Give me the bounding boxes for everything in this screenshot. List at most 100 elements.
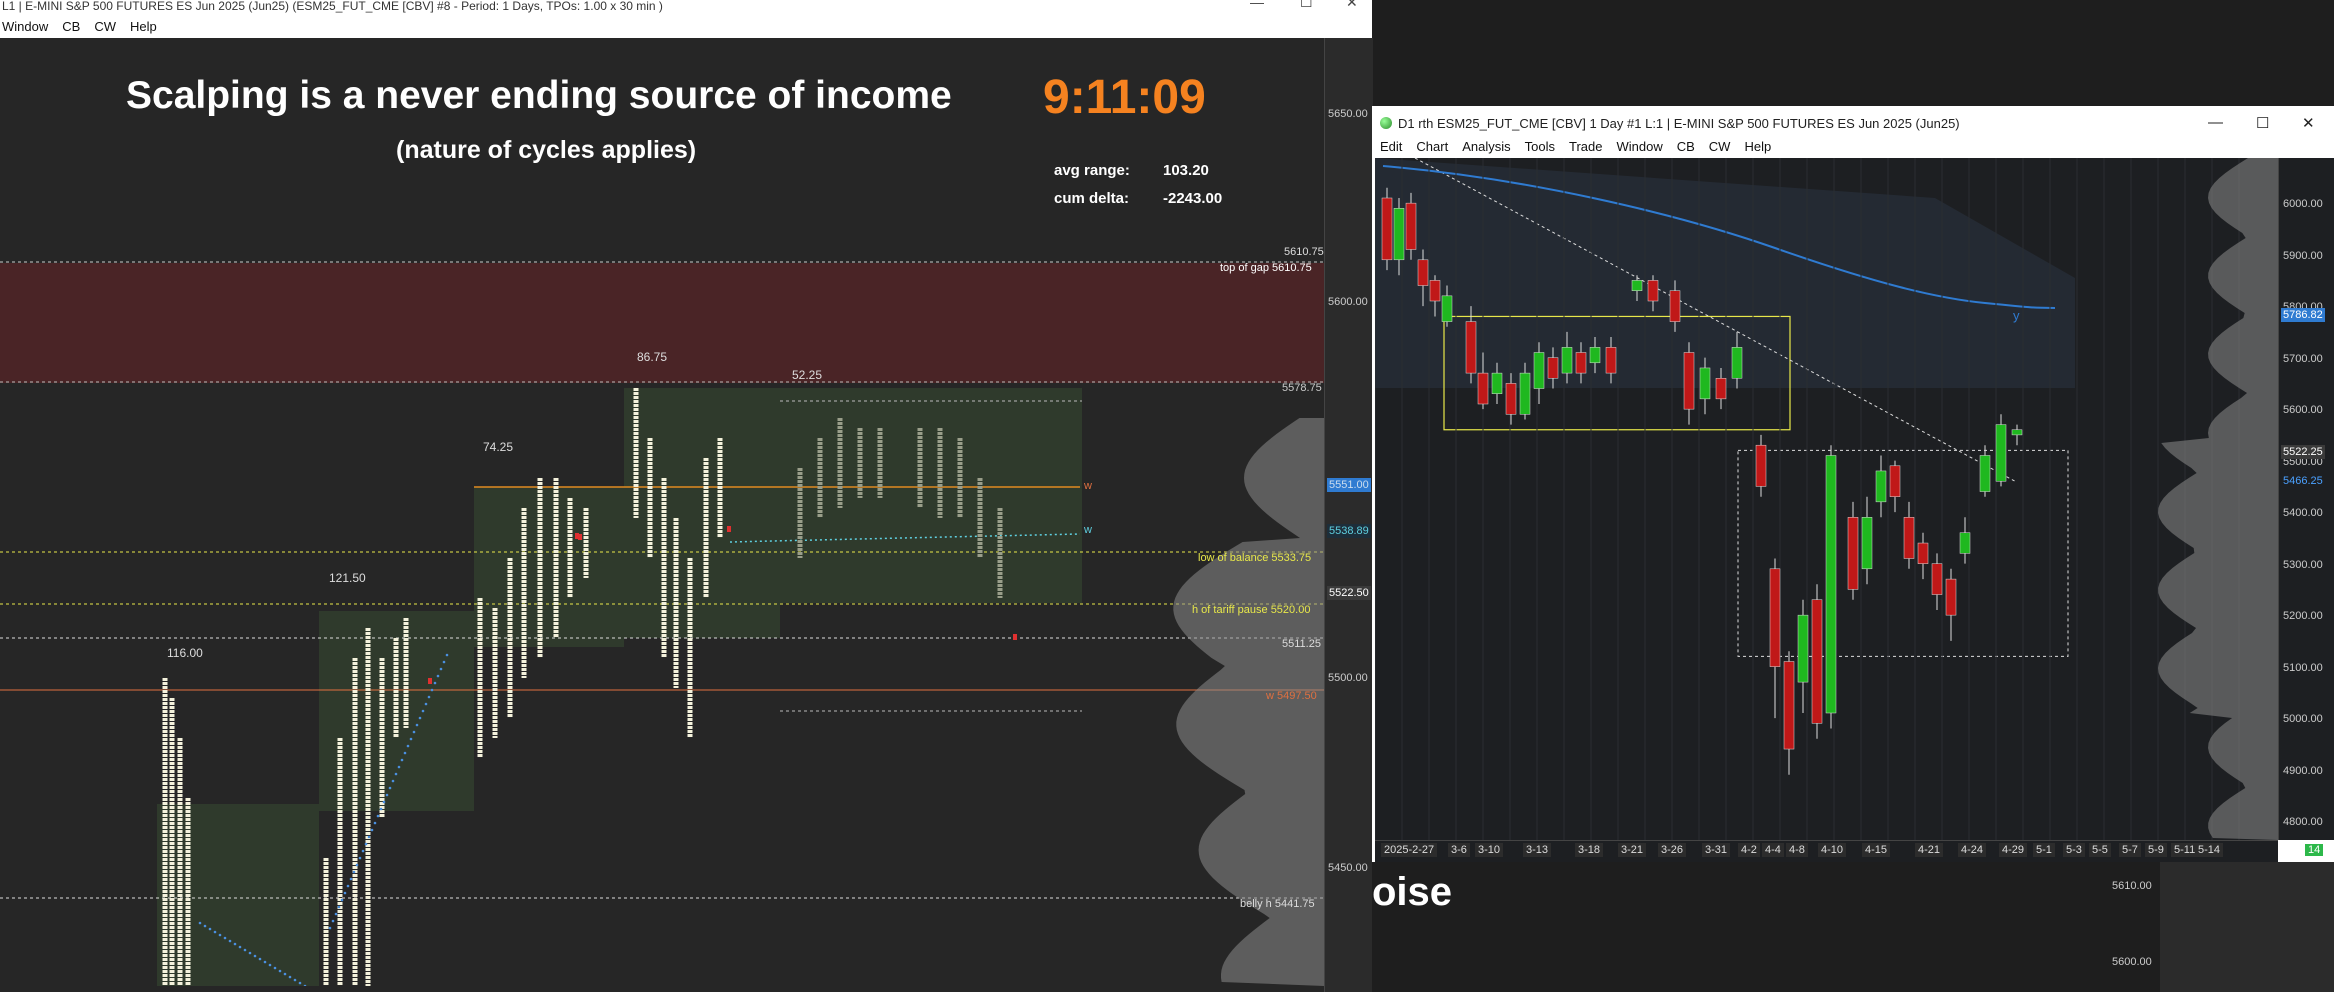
daily-chart-svg [1375, 158, 2278, 840]
minimize-icon[interactable]: — [2208, 114, 2223, 131]
axis-tick-label: 5650.00 [1328, 108, 1368, 120]
tpo-point [337, 905, 341, 909]
candle-body [1519, 372, 1531, 415]
tpo-window-menubar: Window CB CW Help [0, 14, 1372, 38]
candle-body [1575, 352, 1587, 374]
range-box [1737, 449, 2069, 657]
w-marker: w [1084, 480, 1092, 492]
maximize-icon[interactable]: ☐ [1300, 0, 1313, 9]
menu-analysis[interactable]: Analysis [1462, 139, 1510, 154]
maximize-icon[interactable]: ☐ [2256, 114, 2269, 132]
tpo-point [421, 709, 425, 713]
daily-price-axis[interactable]: 6000.00 5900.00 5800.00 5700.00 5600.00 5500.… [2278, 158, 2334, 840]
menu-cw[interactable]: CW [94, 19, 116, 34]
menu-cw[interactable]: CW [1709, 139, 1731, 154]
tpo-marker [1013, 634, 1017, 640]
menu-trade[interactable]: Trade [1569, 139, 1602, 154]
menu-window[interactable]: Window [2, 19, 48, 34]
candle-body [1875, 470, 1887, 503]
avg-range-label: avg range: [1054, 162, 1130, 179]
minimize-icon[interactable]: — [1250, 0, 1264, 9]
daily-date-axis[interactable]: 2025-2-27 3-6 3-10 3-13 3-18 3-21 3-26 3-31 4-2 4… [1375, 840, 2324, 863]
close-icon[interactable]: ✕ [2302, 114, 2315, 132]
date-tick-label: 4-15 [1862, 843, 1891, 857]
axis-tick-label: 5100.00 [2283, 661, 2323, 674]
tpo-window-titlebar[interactable]: L1 | E-MINI S&P 500 FUTURES ES Jun 2025 … [0, 0, 1372, 14]
tpo-point [243, 948, 247, 952]
daily-chart-area[interactable]: y [1375, 158, 2278, 840]
profile-range-label: 116.00 [167, 646, 203, 660]
date-tick-label: 3-18 [1575, 843, 1604, 857]
candle-body [1797, 614, 1809, 683]
date-tick-label: 3-21 [1618, 843, 1647, 857]
date-tick-label: 4-10 [1818, 843, 1847, 857]
candle-body [2011, 429, 2023, 436]
axis-tick-label: 5600.00 [2112, 956, 2152, 968]
tpo-point [278, 969, 282, 973]
tpo-point [328, 926, 332, 930]
profile-range-label: 86.75 [637, 350, 668, 364]
axis-tick-label: 6000.00 [2283, 198, 2323, 210]
background-axis [2160, 862, 2334, 992]
date-tick-label: 5-9 [2145, 843, 2167, 857]
tpo-point [273, 966, 277, 970]
background-window: oise 5610.00 5600.00 [1372, 862, 2334, 992]
date-tick-label: 4-29 [1999, 843, 2028, 857]
axis-tick-label: 5600.00 [1328, 296, 1368, 308]
candle-body [1647, 280, 1659, 302]
tpo-point [248, 951, 252, 955]
axis-tick-label: 5700.00 [2283, 352, 2323, 365]
tpo-marker [428, 678, 432, 684]
menu-help[interactable]: Help [130, 19, 157, 34]
tpo-point [430, 688, 434, 692]
candle-body [1995, 424, 2007, 482]
profile-range-label: 52.25 [792, 368, 823, 382]
menu-chart[interactable]: Chart [1416, 139, 1448, 154]
tpo-point [412, 730, 416, 734]
candle-body [1861, 517, 1873, 570]
w-marker: w [1084, 524, 1092, 536]
tpo-point [400, 758, 404, 762]
menu-cb[interactable]: CB [1677, 139, 1695, 154]
date-tick-label: 3-26 [1658, 843, 1687, 857]
axis-tick-label: 4800.00 [2283, 816, 2323, 828]
candle-body [1903, 517, 1915, 559]
candle-body [1683, 352, 1695, 410]
level-name: belly h [1240, 898, 1272, 910]
close-icon[interactable]: ✕ [1346, 0, 1358, 9]
tpo-point [293, 978, 297, 982]
tpo-price-axis[interactable]: 5650.00 5600.00 5500.00 5450.00 5551.00 … [1324, 38, 1373, 992]
candle-body [1847, 517, 1859, 590]
tpo-point [340, 898, 344, 902]
menu-edit[interactable]: Edit [1380, 139, 1402, 154]
candle-body [1589, 347, 1601, 364]
candle-body [1811, 599, 1823, 724]
tpo-window-title: L1 | E-MINI S&P 500 FUTURES ES Jun 2025 … [2, 0, 663, 13]
date-tick-label: 5-3 [2063, 843, 2085, 857]
axis-tick-label: 5300.00 [2283, 558, 2323, 571]
profile-range-label: 121.50 [329, 571, 366, 585]
chart-heading: Scalping is a never ending source of inc… [126, 74, 952, 117]
tpo-point [403, 751, 407, 755]
level-name: low of balance [1198, 552, 1269, 564]
menu-window[interactable]: Window [1616, 139, 1662, 154]
candle-body [1405, 202, 1417, 250]
tpo-point [376, 814, 380, 818]
candle-body [1699, 367, 1711, 400]
tpo-point [427, 695, 431, 699]
tpo-point [223, 936, 227, 940]
menu-tools[interactable]: Tools [1525, 139, 1555, 154]
tpo-point [331, 919, 335, 923]
tpo-point [352, 870, 356, 874]
tpo-point [406, 744, 410, 748]
level-value: 5497.50 [1277, 690, 1317, 702]
candle-body [1945, 578, 1957, 616]
menu-cb[interactable]: CB [62, 19, 80, 34]
axis-price-box: 5538.89 [1327, 524, 1371, 538]
tpo-point [298, 981, 302, 985]
date-tick-label: 3-13 [1523, 843, 1552, 857]
volume-profile [2158, 158, 2278, 840]
candle-body [1547, 357, 1559, 379]
tpo-chart-area[interactable]: Scalping is a never ending source of inc… [0, 38, 1324, 986]
menu-help[interactable]: Help [1744, 139, 1771, 154]
